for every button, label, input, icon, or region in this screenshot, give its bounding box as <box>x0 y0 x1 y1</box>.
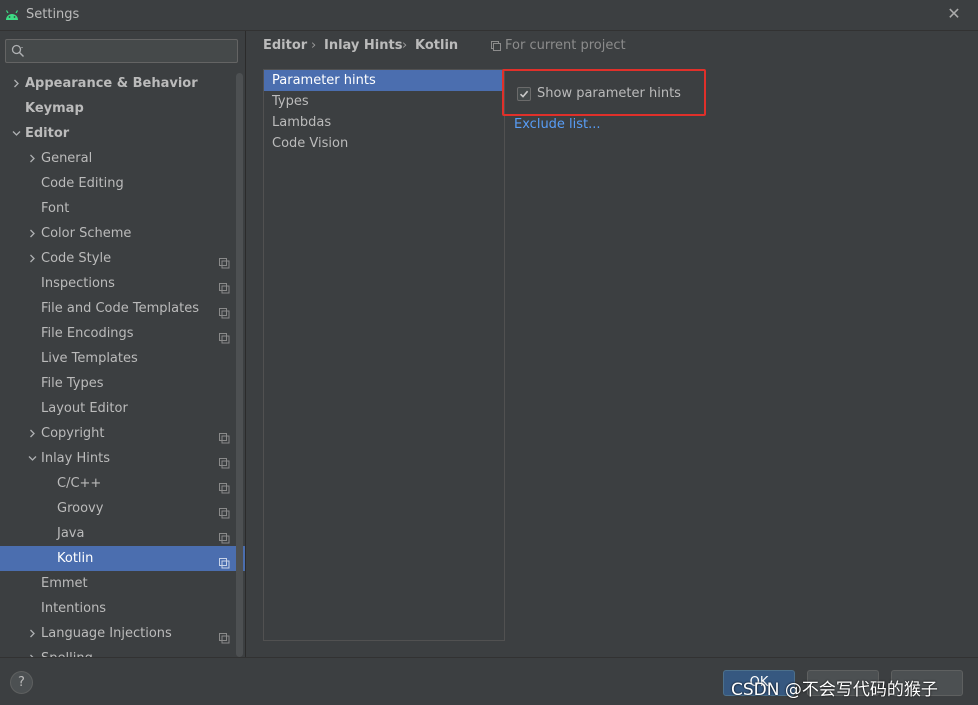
chevron-right-icon[interactable] <box>26 646 38 657</box>
close-icon[interactable]: ✕ <box>945 5 963 23</box>
sidebar-item-label: Font <box>41 201 70 216</box>
chevron-right-icon[interactable] <box>26 221 38 246</box>
project-scope-icon <box>219 328 230 344</box>
title-bar: Settings ✕ <box>0 0 978 31</box>
hint-category-parameter-hints[interactable]: Parameter hints <box>264 70 504 91</box>
sidebar-item-label: Emmet <box>41 576 88 591</box>
sidebar-item-label: Java <box>57 526 85 541</box>
sidebar-item-label: Keymap <box>25 101 84 116</box>
sidebar-item-label: Intentions <box>41 601 107 616</box>
sidebar-item-code-style[interactable]: Code Style <box>0 246 245 271</box>
sidebar-item-editor[interactable]: Editor <box>0 121 245 146</box>
scope-note-text: For current project <box>505 38 626 53</box>
dialog-footer: ? OK CSDN @不会写代码的猴子 <box>0 657 978 705</box>
project-scope-icon <box>219 478 230 494</box>
settings-sidebar: Appearance & Behavior Keymap Editor General… <box>0 31 246 657</box>
sidebar-item-label: Inlay Hints <box>41 451 110 466</box>
chevron-right-icon[interactable] <box>26 146 38 171</box>
hint-category-types[interactable]: Types <box>264 91 504 112</box>
chevron-down-icon[interactable] <box>26 446 38 471</box>
sidebar-item-label: C/C++ <box>57 476 102 491</box>
sidebar-item-inspections[interactable]: Inspections <box>0 271 245 296</box>
sidebar-item-label: File Types <box>41 376 104 391</box>
sidebar-item-label: Language Injections <box>41 626 172 641</box>
sidebar-item-groovy[interactable]: Groovy <box>0 496 245 521</box>
project-scope-icon <box>219 303 230 319</box>
sidebar-item-label: Groovy <box>57 501 104 516</box>
sidebar-item-file-encodings[interactable]: File Encodings <box>0 321 245 346</box>
sidebar-item-label: Inspections <box>41 276 115 291</box>
breadcrumb-item-inlay-hints: Inlay Hints <box>324 38 403 53</box>
sidebar-item-c-c[interactable]: C/C++ <box>0 471 245 496</box>
sidebar-item-label: Live Templates <box>41 351 138 366</box>
sidebar-item-label: Code Editing <box>41 176 124 191</box>
sidebar-item-label: Layout Editor <box>41 401 128 416</box>
chevron-right-icon[interactable] <box>26 621 38 646</box>
sidebar-item-font[interactable]: Font <box>0 196 245 221</box>
help-button[interactable]: ? <box>10 671 33 694</box>
sidebar-item-kotlin[interactable]: Kotlin <box>0 546 245 571</box>
sidebar-item-file-and-code-templates[interactable]: File and Code Templates <box>0 296 245 321</box>
sidebar-item-emmet[interactable]: Emmet <box>0 571 245 596</box>
sidebar-item-label: Appearance & Behavior <box>25 76 198 91</box>
sidebar-item-label: Color Scheme <box>41 226 132 241</box>
project-scope-icon <box>219 253 230 269</box>
sidebar-item-label: File and Code Templates <box>41 301 199 316</box>
project-scope-icon <box>219 628 230 644</box>
sidebar-item-inlay-hints[interactable]: Inlay Hints <box>0 446 245 471</box>
sidebar-scrollbar[interactable] <box>236 73 243 657</box>
sidebar-item-file-types[interactable]: File Types <box>0 371 245 396</box>
checkmark-icon <box>519 90 529 98</box>
sidebar-item-spelling[interactable]: Spelling <box>0 646 245 657</box>
window-title: Settings <box>26 7 80 22</box>
breadcrumb-separator: › <box>402 38 408 53</box>
show-parameter-hints-label[interactable]: Show parameter hints <box>537 86 681 101</box>
sidebar-item-label: Spelling <box>41 646 93 657</box>
project-scope-icon <box>219 503 230 519</box>
breadcrumb-item-kotlin: Kotlin <box>415 38 459 53</box>
sidebar-item-label: Editor <box>25 126 70 141</box>
sidebar-item-general[interactable]: General <box>0 146 245 171</box>
sidebar-item-label: File Encodings <box>41 326 134 341</box>
settings-tree: Appearance & Behavior Keymap Editor General… <box>0 71 245 657</box>
sidebar-item-label: General <box>41 151 93 166</box>
sidebar-item-intentions[interactable]: Intentions <box>0 596 245 621</box>
sidebar-item-copyright[interactable]: Copyright <box>0 421 245 446</box>
search-field[interactable] <box>5 39 238 63</box>
search-input[interactable] <box>28 42 233 60</box>
chevron-right-icon[interactable] <box>26 246 38 271</box>
chevron-down-icon[interactable] <box>10 121 22 146</box>
show-parameter-hints-checkbox[interactable] <box>517 87 531 101</box>
project-scope-icon <box>219 553 230 569</box>
hint-category-list: Parameter hints Types Lambdas Code Vision <box>263 69 505 641</box>
sidebar-item-code-editing[interactable]: Code Editing <box>0 171 245 196</box>
breadcrumb-item-editor: Editor <box>263 38 308 53</box>
project-scope-icon <box>219 278 230 294</box>
sidebar-item-color-scheme[interactable]: Color Scheme <box>0 221 245 246</box>
search-icon <box>11 44 24 57</box>
sidebar-item-layout-editor[interactable]: Layout Editor <box>0 396 245 421</box>
exclude-list-link[interactable]: Exclude list... <box>514 117 601 132</box>
chevron-right-icon[interactable] <box>10 71 22 96</box>
watermark: CSDN @不会写代码的猴子 <box>731 680 938 700</box>
project-scope-icon <box>219 528 230 544</box>
sidebar-item-label: Copyright <box>41 426 105 441</box>
sidebar-item-java[interactable]: Java <box>0 521 245 546</box>
sidebar-item-label: Code Style <box>41 251 112 266</box>
sidebar-item-appearance-behavior[interactable]: Appearance & Behavior <box>0 71 245 96</box>
android-icon <box>5 10 19 20</box>
project-scope-icon <box>219 428 230 444</box>
sidebar-item-keymap[interactable]: Keymap <box>0 96 245 121</box>
sidebar-item-live-templates[interactable]: Live Templates <box>0 346 245 371</box>
sidebar-item-language-injections[interactable]: Language Injections <box>0 621 245 646</box>
hint-category-code-vision[interactable]: Code Vision <box>264 133 504 154</box>
breadcrumb-separator: › <box>311 38 317 53</box>
chevron-right-icon[interactable] <box>26 421 38 446</box>
project-scope-icon <box>219 453 230 469</box>
project-scope-icon <box>491 41 501 51</box>
sidebar-item-label: Kotlin <box>57 551 94 566</box>
hint-category-lambdas[interactable]: Lambdas <box>264 112 504 133</box>
